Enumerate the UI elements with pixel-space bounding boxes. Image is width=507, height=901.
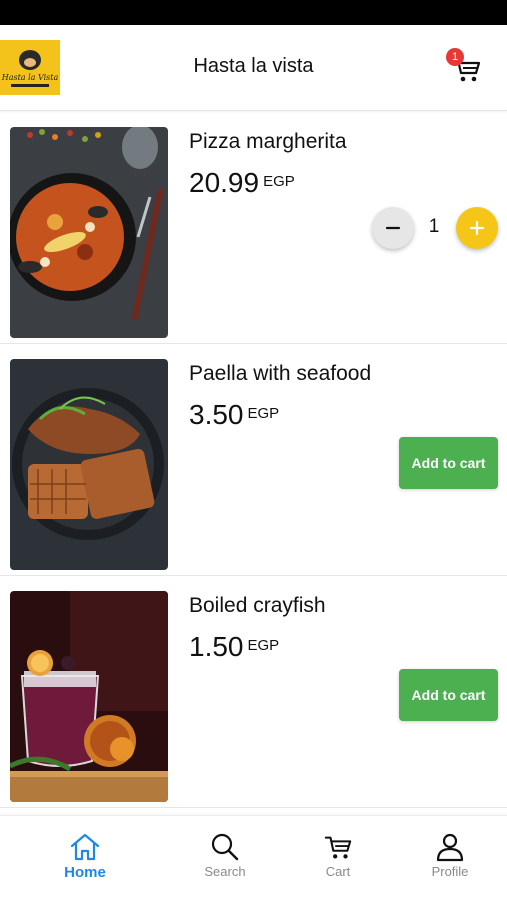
status-bar: [0, 0, 507, 25]
price-currency: EGP: [263, 173, 295, 190]
product-price: 1.50 EGP: [189, 631, 279, 663]
profile-icon: [436, 833, 464, 862]
product-list: Pizza margherita 20.99 EGP 1 Paella with…: [0, 112, 507, 808]
price-value: 3.50: [189, 399, 244, 430]
product-card: Pizza margherita 20.99 EGP 1: [0, 112, 507, 344]
product-price: 20.99 EGP: [189, 167, 295, 199]
cart-count-badge: 1: [446, 48, 464, 66]
increase-quantity-button[interactable]: [456, 207, 498, 249]
product-image[interactable]: [10, 591, 168, 802]
plus-icon: [469, 220, 485, 236]
add-to-cart-button[interactable]: Add to cart: [399, 437, 498, 489]
nav-cart-label: Cart: [325, 864, 351, 879]
minus-icon: [385, 226, 401, 230]
nav-profile[interactable]: Profile: [395, 832, 505, 879]
nav-home[interactable]: Home: [30, 832, 140, 881]
bottom-navigation: Home Search Cart Profile: [0, 815, 507, 901]
add-to-cart-button[interactable]: Add to cart: [399, 669, 498, 721]
nav-search[interactable]: Search: [170, 832, 280, 879]
logo-underline: [11, 84, 49, 87]
price-value: 1.50: [189, 631, 244, 662]
product-name[interactable]: Pizza margherita: [189, 130, 347, 154]
page-title: Hasta la vista: [193, 55, 314, 77]
price-value: 20.99: [189, 167, 260, 198]
cart-icon: [324, 836, 352, 859]
search-icon: [211, 833, 239, 861]
nav-search-label: Search: [204, 864, 246, 879]
product-image[interactable]: [10, 359, 168, 570]
product-image[interactable]: [10, 127, 168, 338]
app-header: Hasta la Vista Hasta la vista: [0, 25, 507, 111]
product-name[interactable]: Paella with seafood: [189, 362, 371, 386]
decrease-quantity-button[interactable]: [372, 207, 414, 249]
nav-profile-label: Profile: [431, 864, 469, 879]
nav-home-label: Home: [64, 864, 106, 881]
nav-cart[interactable]: Cart: [283, 832, 393, 879]
price-currency: EGP: [247, 405, 280, 422]
quantity-value: 1: [428, 216, 440, 237]
home-icon: [70, 833, 100, 861]
product-name[interactable]: Boiled crayfish: [189, 594, 326, 618]
product-price: 3.50 EGP: [189, 399, 279, 431]
price-currency: EGP: [247, 637, 280, 654]
product-card: Paella with seafood 3.50 EGP Add to cart: [0, 344, 507, 576]
product-card: Boiled crayfish 1.50 EGP Add to cart: [0, 576, 507, 808]
